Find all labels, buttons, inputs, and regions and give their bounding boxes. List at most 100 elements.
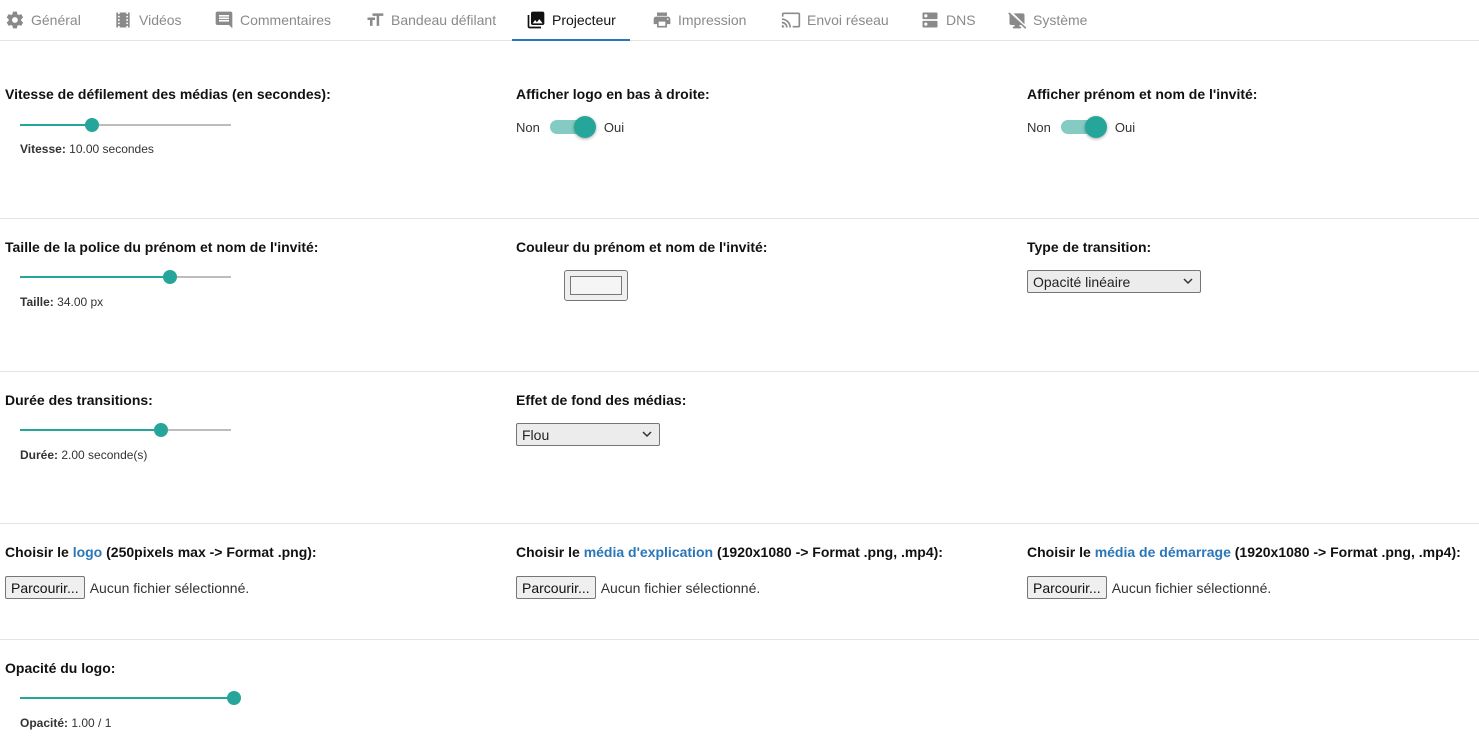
section-divider bbox=[0, 218, 1479, 219]
explain-file-status: Aucun fichier sélectionné. bbox=[600, 579, 761, 596]
tab-ticker[interactable]: Bandeau défilant bbox=[365, 0, 496, 40]
gear-icon bbox=[6, 11, 24, 29]
slider-fill bbox=[20, 429, 162, 431]
tab-comments[interactable]: Commentaires bbox=[214, 0, 331, 40]
transition-type-select[interactable]: Opacité linéaire bbox=[1027, 270, 1201, 293]
slider-knob[interactable] bbox=[162, 270, 177, 284]
background-effect-label: Effet de fond des médias: bbox=[516, 392, 687, 408]
tab-videos-label: Vidéos bbox=[139, 12, 182, 28]
section-divider bbox=[0, 371, 1479, 372]
tab-printing-label: Impression bbox=[678, 12, 747, 28]
printer-icon bbox=[653, 12, 671, 28]
startup-file-prefix: Choisir le bbox=[1027, 544, 1091, 560]
logo-file-label: Choisir le logo (250pixels max -> Format… bbox=[5, 544, 317, 560]
slider-fill bbox=[20, 276, 170, 278]
chevron-down-icon bbox=[642, 431, 652, 438]
transition-type-label: Type de transition: bbox=[1027, 239, 1152, 255]
comment-icon bbox=[215, 11, 233, 29]
startup-browse-button[interactable]: Parcourir... bbox=[1027, 576, 1107, 599]
transition-duration-slider[interactable] bbox=[20, 423, 231, 437]
name-toggle-switch[interactable] bbox=[1060, 116, 1107, 138]
switch-thumb bbox=[1084, 116, 1107, 138]
tab-dns[interactable]: DNS bbox=[920, 0, 976, 40]
tab-network-send-label: Envoi réseau bbox=[807, 12, 889, 28]
explain-file-suffix: (1920x1080 -> Format .png, .mp4): bbox=[716, 544, 943, 560]
logo-opacity-slider[interactable] bbox=[20, 691, 241, 705]
tab-system[interactable]: Système bbox=[1007, 0, 1087, 40]
name-toggle-on-label: Oui bbox=[1114, 119, 1136, 135]
explain-file-link[interactable]: média d'explication bbox=[584, 544, 713, 560]
section-divider bbox=[0, 639, 1479, 640]
explain-browse-button[interactable]: Parcourir... bbox=[516, 576, 596, 599]
speed-value-label: Vitesse: bbox=[20, 142, 66, 156]
switch-thumb bbox=[573, 116, 596, 138]
tab-dns-label: DNS bbox=[946, 12, 976, 28]
tab-comments-label: Commentaires bbox=[240, 12, 332, 28]
speed-value: Vitesse: 10.00 secondes bbox=[20, 142, 154, 156]
name-color-picker[interactable] bbox=[564, 270, 628, 301]
explain-file-prefix: Choisir le bbox=[516, 544, 580, 560]
tab-network-send[interactable]: Envoi réseau bbox=[781, 0, 889, 40]
name-toggle-off-label: Non bbox=[1027, 119, 1051, 135]
server-icon bbox=[922, 12, 938, 28]
text-size-icon bbox=[367, 13, 384, 26]
cast-icon bbox=[781, 12, 801, 28]
startup-file-suffix: (1920x1080 -> Format .png, .mp4): bbox=[1234, 544, 1461, 560]
logo-toggle-on-label: Oui bbox=[603, 119, 625, 135]
logo-opacity-value: Opacité: 1.00 / 1 bbox=[20, 716, 111, 730]
font-size-value: Taille: 34.00 px bbox=[20, 295, 103, 309]
logo-toggle-switch[interactable] bbox=[549, 116, 596, 138]
logo-toggle[interactable]: Non Oui bbox=[516, 116, 625, 138]
explain-file-input[interactable]: Parcourir... Aucun fichier sélectionné. bbox=[516, 576, 760, 599]
chevron-down-icon bbox=[1183, 278, 1193, 285]
logo-file-input[interactable]: Parcourir... Aucun fichier sélectionné. bbox=[5, 576, 249, 599]
transition-duration-value-label: Durée: bbox=[20, 448, 59, 462]
logo-toggle-label: Afficher logo en bas à droite: bbox=[516, 86, 710, 102]
name-toggle-label: Afficher prénom et nom de l'invité: bbox=[1027, 86, 1258, 102]
startup-file-link[interactable]: média de démarrage bbox=[1095, 544, 1231, 560]
slider-knob[interactable] bbox=[227, 691, 241, 705]
tab-projector[interactable]: Projecteur bbox=[512, 0, 630, 41]
tab-videos[interactable]: Vidéos bbox=[113, 0, 182, 40]
font-size-value-text: 34.00 px bbox=[57, 295, 104, 309]
logo-browse-button[interactable]: Parcourir... bbox=[5, 576, 85, 599]
transition-duration-label: Durée des transitions: bbox=[5, 392, 153, 408]
logo-file-suffix: (250pixels max -> Format .png): bbox=[106, 544, 317, 560]
transition-duration-value-text: 2.00 seconde(s) bbox=[61, 448, 148, 462]
tab-ticker-label: Bandeau défilant bbox=[391, 12, 497, 28]
logo-opacity-value-text: 1.00 / 1 bbox=[71, 716, 112, 730]
system-off-icon bbox=[1008, 12, 1027, 29]
slider-knob[interactable] bbox=[84, 118, 99, 132]
startup-file-input[interactable]: Parcourir... Aucun fichier sélectionné. bbox=[1027, 576, 1271, 599]
startup-file-label: Choisir le média de démarrage (1920x1080… bbox=[1027, 544, 1461, 560]
slider-knob[interactable] bbox=[154, 423, 169, 437]
logo-opacity-value-label: Opacité: bbox=[20, 716, 69, 730]
color-swatch bbox=[570, 276, 622, 295]
slider-fill bbox=[20, 697, 234, 699]
logo-file-link[interactable]: logo bbox=[73, 544, 103, 560]
film-icon bbox=[116, 12, 130, 28]
transition-duration-value: Durée: 2.00 seconde(s) bbox=[20, 448, 147, 462]
logo-toggle-off-label: Non bbox=[516, 119, 540, 135]
tab-system-label: Système bbox=[1033, 12, 1088, 28]
tab-printing[interactable]: Impression bbox=[652, 0, 746, 40]
photo-library-icon bbox=[527, 11, 545, 28]
name-color-label: Couleur du prénom et nom de l'invité: bbox=[516, 239, 768, 255]
background-effect-selected: Flou bbox=[522, 426, 550, 443]
font-size-value-label: Taille: bbox=[20, 295, 54, 309]
tab-projector-label: Projecteur bbox=[552, 11, 616, 28]
settings-tab-bar: Général Vidéos Commentaires Bandeau défi… bbox=[0, 0, 1479, 41]
font-size-slider[interactable] bbox=[20, 270, 231, 284]
font-size-label: Taille de la police du prénom et nom de … bbox=[5, 239, 319, 255]
transition-type-selected: Opacité linéaire bbox=[1033, 273, 1131, 290]
tab-general-label: Général bbox=[31, 12, 81, 28]
speed-value-text: 10.00 secondes bbox=[69, 142, 154, 156]
background-effect-select[interactable]: Flou bbox=[516, 423, 660, 446]
name-toggle[interactable]: Non Oui bbox=[1027, 116, 1136, 138]
startup-file-status: Aucun fichier sélectionné. bbox=[1111, 579, 1272, 596]
speed-slider[interactable] bbox=[20, 118, 231, 132]
slider-fill bbox=[20, 124, 92, 126]
section-divider bbox=[0, 523, 1479, 524]
tab-general[interactable]: Général bbox=[5, 0, 81, 40]
logo-file-prefix: Choisir le bbox=[5, 544, 69, 560]
